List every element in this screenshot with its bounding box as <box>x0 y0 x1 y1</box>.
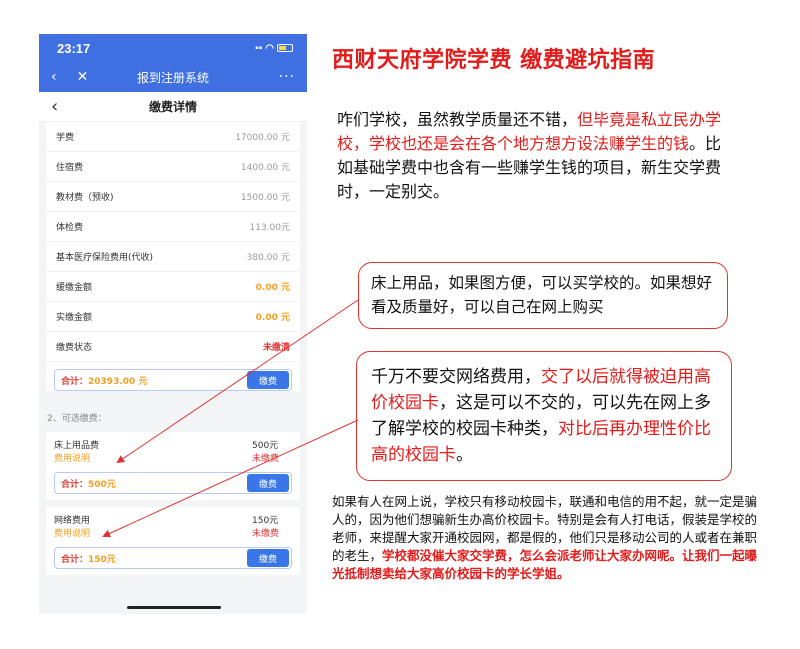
fee-name: 基本医疗保险费用(代收) <box>56 253 154 263</box>
app-title: 报到注册系统 <box>136 70 209 85</box>
intro-text: 咋们学校，虽然教学质量还不错， <box>337 110 578 129</box>
fee-row-textbooks: 教材费（预收) 1500.00 元 <box>46 182 300 212</box>
status-badge: 未缴费 <box>252 454 280 464</box>
optional-item-name: 网络费用 <box>54 516 91 526</box>
total-value: 500元 <box>88 479 116 490</box>
fee-name: 住宿费 <box>56 163 84 173</box>
fee-name: 教材费（预收) <box>56 193 114 203</box>
fee-value: 0.00 元 <box>255 313 290 323</box>
wifi-icon: ◠ <box>265 42 274 54</box>
phone-screenshot: 23:17 ▪▪ ◠ ‹ ✕ 报到注册系统 ··· ‹ 缴费详情 学费 1700… <box>39 34 307 614</box>
fee-row-medical-exam: 体检费 113.00元 <box>46 212 300 242</box>
article-footer: 如果有人在网上说，学校只有移动校园卡，联通和电信的用不起，就一定是骗人的，因为他… <box>332 493 762 583</box>
fee-value: 0.00 元 <box>255 283 290 293</box>
article-headline: 西财天府学院学费 缴费避坑指南 <box>332 48 656 73</box>
callout-bedding: 床上用品，如果图方便，可以买学校的。如果想好看及质量好，可以自己在网上购买 <box>358 262 728 329</box>
signal-icon: ▪▪ <box>255 42 263 54</box>
page-title: 缴费详情 <box>148 100 197 114</box>
pay-button[interactable]: 缴费 <box>247 549 289 567</box>
fee-row-payment-status: 缴费状态 未缴清 <box>46 332 300 362</box>
optional-total-bar: 合计：500元 缴费 <box>54 472 292 494</box>
close-icon[interactable]: ✕ <box>77 69 89 85</box>
fee-value: 1400.00 元 <box>240 163 290 173</box>
total-value: 20393.00 元 <box>88 376 148 387</box>
back-icon[interactable]: ‹ <box>51 69 57 85</box>
optional-total-bar: 合计：150元 缴费 <box>54 547 292 569</box>
total-value: 150元 <box>88 554 116 565</box>
status-icons: ▪▪ ◠ <box>255 43 293 54</box>
fee-value: 1500.00 元 <box>240 193 290 203</box>
status-badge: 未缴费 <box>252 529 280 539</box>
fee-value: 380.00 元 <box>246 253 290 263</box>
article-intro: 咋们学校，虽然教学质量还不错，但毕竟是私立民办学校，学校也还是会在各个地方想方设… <box>337 108 727 204</box>
total-label: 合计： <box>61 376 89 387</box>
optional-item-name: 床上用品费 <box>54 441 100 451</box>
status-badge: 未缴清 <box>262 343 290 353</box>
pay-button[interactable]: 缴费 <box>247 371 289 389</box>
fee-row-insurance: 基本医疗保险费用(代收) 380.00 元 <box>46 242 300 272</box>
total-label: 合计： <box>61 479 89 490</box>
fee-details-card: 学费 17000.00 元 住宿费 1400.00 元 教材费（预收) 1500… <box>46 122 300 391</box>
fee-value: 17000.00 元 <box>235 133 290 143</box>
status-time: 23:17 <box>57 40 91 56</box>
battery-icon <box>277 44 293 52</box>
fee-name: 学费 <box>56 133 75 143</box>
optional-item-bedding: 床上用品费 500元 费用说明 未缴费 合计：500元 缴费 <box>46 432 300 500</box>
optional-section-title: 2、可选缴费： <box>47 414 107 424</box>
fee-explanation-link[interactable]: 费用说明 <box>54 528 90 541</box>
fee-row-deferred-amount: 缓缴金额 0.00 元 <box>46 272 300 302</box>
fee-name: 体检费 <box>56 223 84 233</box>
fee-name: 缓缴金额 <box>56 283 93 293</box>
callout-text: 床上用品，如果图方便，可以买学校的。如果想好看及质量好，可以自己在网上购买 <box>371 274 713 316</box>
callout-text: 千万不要交网络费用， <box>371 367 541 387</box>
total-label: 合计： <box>61 554 89 565</box>
optional-item-price: 150元 <box>252 516 279 526</box>
fee-name: 缴费状态 <box>56 343 93 353</box>
app-bar: ‹ ✕ 报到注册系统 ··· <box>39 62 307 92</box>
fee-row-tuition: 学费 17000.00 元 <box>46 122 300 152</box>
more-icon[interactable]: ··· <box>225 69 295 85</box>
fee-explanation-link[interactable]: 费用说明 <box>54 453 90 466</box>
nav-bar: ‹ 缴费详情 <box>39 92 307 122</box>
fee-row-paid-amount: 实缴金额 0.00 元 <box>46 302 300 332</box>
nav-back-icon[interactable]: ‹ <box>51 96 81 117</box>
home-indicator[interactable] <box>127 606 221 609</box>
optional-item-network: 网络费用 150元 费用说明 未缴费 合计：150元 缴费 <box>46 507 300 575</box>
fee-name: 实缴金额 <box>56 313 93 323</box>
fee-row-accommodation: 住宿费 1400.00 元 <box>46 152 300 182</box>
callout-network: 千万不要交网络费用，交了以后就得被迫用高价校园卡，这是可以不交的，可以先在网上多… <box>356 351 732 481</box>
footer-highlight: 学校都没催大家交学费，怎么会派老师让大家办网呢。让我们一起曝光抵制想卖给大家高价… <box>332 548 758 581</box>
total-bar: 合计：20393.00 元 缴费 <box>54 369 292 391</box>
callout-text: 。 <box>456 445 473 465</box>
pay-button[interactable]: 缴费 <box>247 474 289 492</box>
fee-value: 113.00元 <box>249 223 291 233</box>
optional-item-price: 500元 <box>252 441 279 451</box>
status-bar: 23:17 ▪▪ ◠ <box>39 34 307 62</box>
